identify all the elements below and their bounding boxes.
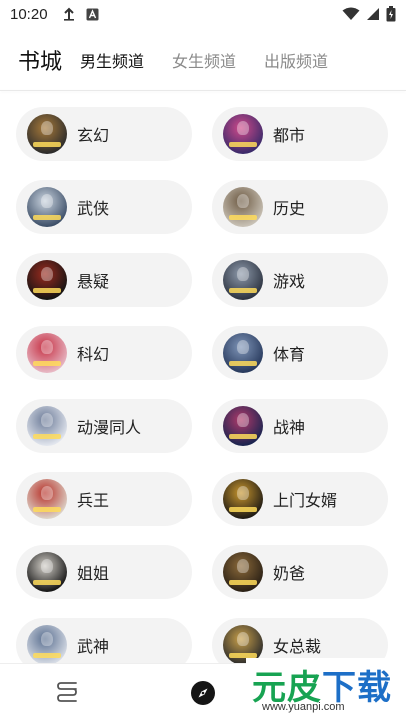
status-bar: 10:20: [0, 0, 406, 28]
watermark-url: www.yuanpi.com: [262, 701, 345, 713]
category-label: 历史: [273, 199, 306, 218]
category-cover-image: [27, 625, 67, 665]
category-cover-image: [27, 333, 67, 373]
category-label: 女总裁: [273, 637, 322, 656]
status-time: 10:20: [10, 5, 48, 23]
category-label: 科幻: [77, 345, 110, 364]
tab-female-channel[interactable]: 女生频道: [172, 48, 236, 72]
category-pill-lishi[interactable]: 历史: [212, 180, 388, 234]
category-pill-dongman[interactable]: 动漫同人: [16, 399, 192, 453]
category-cover-image: [27, 114, 67, 154]
category-label: 都市: [273, 126, 306, 145]
category-label: 姐姐: [77, 564, 110, 583]
category-label: 悬疑: [77, 272, 110, 291]
discover-nav-button[interactable]: [188, 680, 218, 710]
category-cover-image: [223, 260, 263, 300]
category-pill-shangmen[interactable]: 上门女婿: [212, 472, 388, 526]
category-grid: 玄幻 都市 武侠 历史 悬疑 游戏 科幻 体育 动漫同人 战神 兵王 上门女婿 …: [16, 107, 390, 672]
compass-icon: [190, 680, 216, 710]
category-pill-tiyu[interactable]: 体育: [212, 326, 388, 380]
watermark-logo: 元皮下载 www.yuanpi.com: [246, 658, 406, 721]
category-label: 游戏: [273, 272, 306, 291]
category-cover-image: [223, 187, 263, 227]
signal-icon: [366, 7, 380, 21]
category-label: 奶爸: [273, 564, 306, 583]
category-label: 上门女婿: [273, 491, 338, 510]
category-label: 武神: [77, 637, 110, 656]
category-label: 兵王: [77, 491, 110, 510]
category-cover-image: [27, 260, 67, 300]
status-left-icons: [62, 7, 99, 21]
category-label: 玄幻: [77, 126, 110, 145]
category-cover-image: [27, 406, 67, 446]
category-cover-image: [27, 187, 67, 227]
app-a-icon: [86, 8, 99, 21]
store-header: 书城 男生频道 女生频道 出版频道: [0, 38, 406, 82]
category-pill-bingwang[interactable]: 兵王: [16, 472, 192, 526]
tab-male-channel[interactable]: 男生频道: [80, 48, 144, 72]
header-divider: [0, 90, 406, 91]
category-cover-image: [27, 479, 67, 519]
category-cover-image: [27, 552, 67, 592]
category-label: 武侠: [77, 199, 110, 218]
category-pill-youxi[interactable]: 游戏: [212, 253, 388, 307]
download-icon: [62, 7, 76, 21]
category-cover-image: [223, 479, 263, 519]
category-cover-image: [223, 406, 263, 446]
category-label: 体育: [273, 345, 306, 364]
category-pill-jiejie[interactable]: 姐姐: [16, 545, 192, 599]
category-pill-wuxia[interactable]: 武侠: [16, 180, 192, 234]
category-pill-xuanhuan[interactable]: 玄幻: [16, 107, 192, 161]
category-pill-xuanyi[interactable]: 悬疑: [16, 253, 192, 307]
category-label: 动漫同人: [77, 418, 142, 437]
category-pill-dushi[interactable]: 都市: [212, 107, 388, 161]
category-cover-image: [223, 333, 263, 373]
category-cover-image: [223, 552, 263, 592]
wifi-icon: [342, 7, 360, 21]
category-cover-image: [223, 114, 263, 154]
category-pill-kehuan[interactable]: 科幻: [16, 326, 192, 380]
category-label: 战神: [273, 418, 306, 437]
category-pill-zhanshen[interactable]: 战神: [212, 399, 388, 453]
category-pill-naiba[interactable]: 奶爸: [212, 545, 388, 599]
bookshelf-nav-button[interactable]: [52, 680, 82, 710]
bookshelf-icon: [54, 680, 80, 710]
page-title: 书城: [18, 50, 63, 75]
status-right-icons: [342, 6, 396, 22]
tab-publish-channel[interactable]: 出版频道: [264, 48, 328, 72]
battery-icon: [386, 6, 396, 22]
